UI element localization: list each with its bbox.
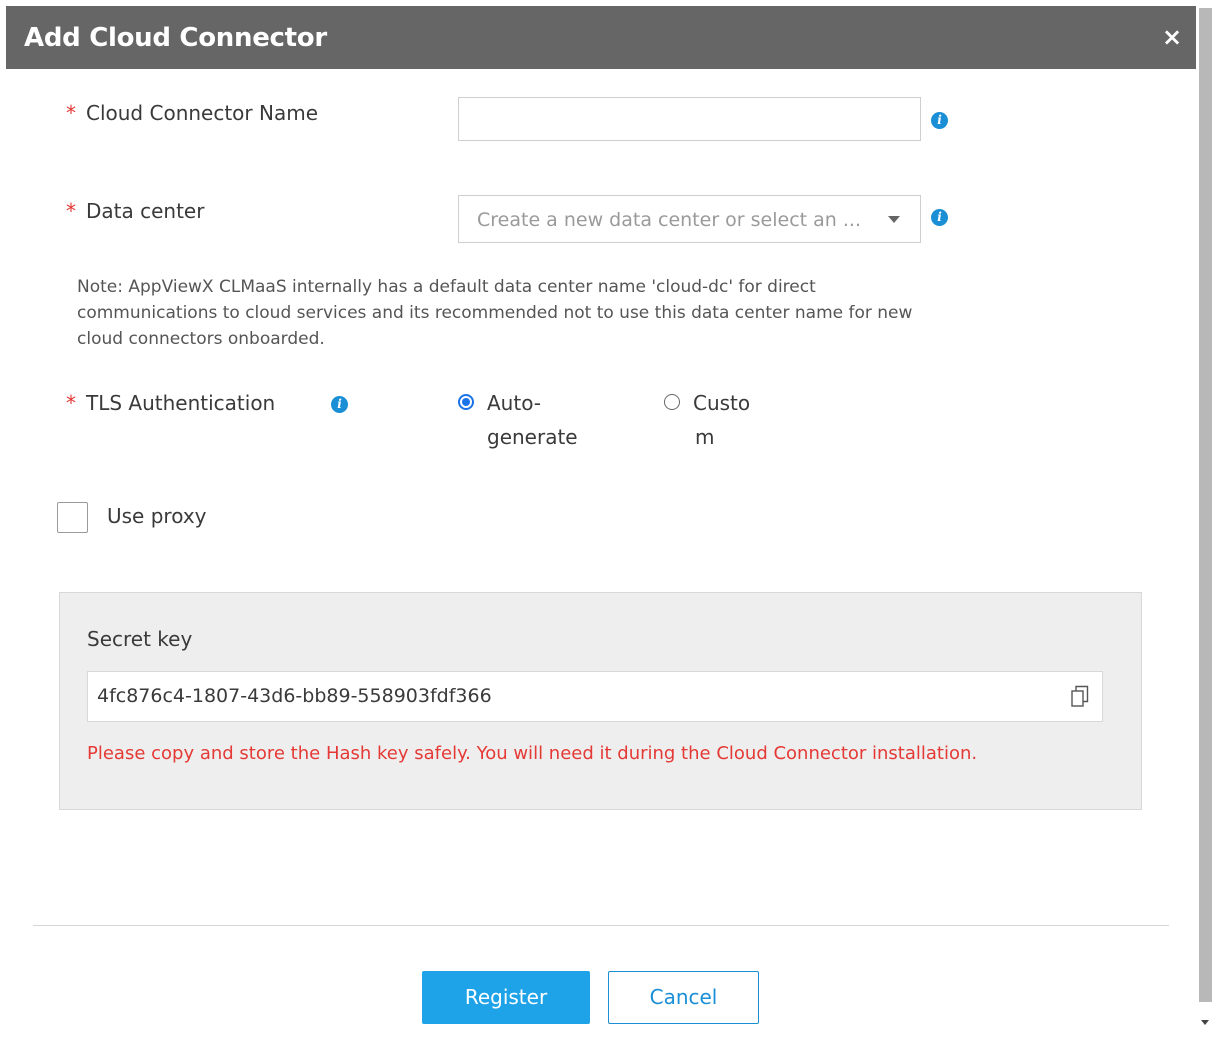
chevron-down-icon	[888, 216, 900, 223]
secret-key-warning: Please copy and store the Hash key safel…	[87, 743, 978, 764]
register-button[interactable]: Register	[422, 971, 590, 1024]
radio-custom-line1: Custo	[693, 391, 751, 415]
radio-custom-label[interactable]: Custo m	[693, 386, 750, 454]
tls-label: * TLS Authentication	[66, 391, 275, 415]
dialog-title: Add Cloud Connector	[24, 23, 327, 53]
footer-divider	[33, 925, 1169, 926]
connector-name-input[interactable]	[458, 97, 921, 141]
secret-key-field[interactable]: 4fc876c4-1807-43d6-bb89-558903fdf366	[87, 671, 1103, 722]
scroll-down-arrow-icon[interactable]	[1201, 1020, 1209, 1025]
use-proxy-label[interactable]: Use proxy	[107, 504, 207, 528]
secret-key-value[interactable]: 4fc876c4-1807-43d6-bb89-558903fdf366	[97, 685, 492, 707]
data-center-label: * Data center	[66, 199, 204, 223]
required-mark: *	[66, 199, 76, 223]
radio-auto-generate-label[interactable]: Auto- generate	[487, 386, 578, 454]
required-mark: *	[66, 101, 76, 125]
close-icon[interactable]: ×	[1160, 25, 1184, 49]
tls-label-text: TLS Authentication	[86, 391, 276, 415]
data-center-select[interactable]: Create a new data center or select an ..…	[458, 195, 921, 243]
radio-auto-generate-line1: Auto-	[487, 391, 542, 415]
use-proxy-checkbox[interactable]	[57, 502, 88, 533]
radio-custom-line2: m	[695, 425, 715, 449]
radio-custom[interactable]	[664, 394, 680, 410]
copy-icon[interactable]	[1071, 685, 1089, 707]
radio-auto-generate[interactable]	[458, 394, 474, 410]
connector-name-label-text: Cloud Connector Name	[86, 101, 319, 125]
cancel-button[interactable]: Cancel	[608, 971, 759, 1024]
data-center-label-text: Data center	[86, 199, 205, 223]
secret-key-panel: Secret key 4fc876c4-1807-43d6-bb89-55890…	[59, 592, 1142, 810]
scrollbar-thumb[interactable]	[1199, 8, 1212, 1002]
info-icon[interactable]: i	[331, 396, 348, 413]
dialog-header: Add Cloud Connector ×	[6, 6, 1196, 69]
radio-auto-generate-line2: generate	[487, 425, 578, 449]
left-gutter	[0, 0, 6, 1038]
data-center-note: Note: AppViewX CLMaaS internally has a d…	[77, 277, 913, 349]
info-icon[interactable]: i	[931, 112, 948, 129]
info-icon[interactable]: i	[931, 209, 948, 226]
required-mark: *	[66, 391, 76, 415]
connector-name-label: * Cloud Connector Name	[66, 101, 318, 125]
secret-key-title: Secret key	[87, 627, 193, 651]
data-center-placeholder: Create a new data center or select an ..…	[477, 209, 861, 231]
